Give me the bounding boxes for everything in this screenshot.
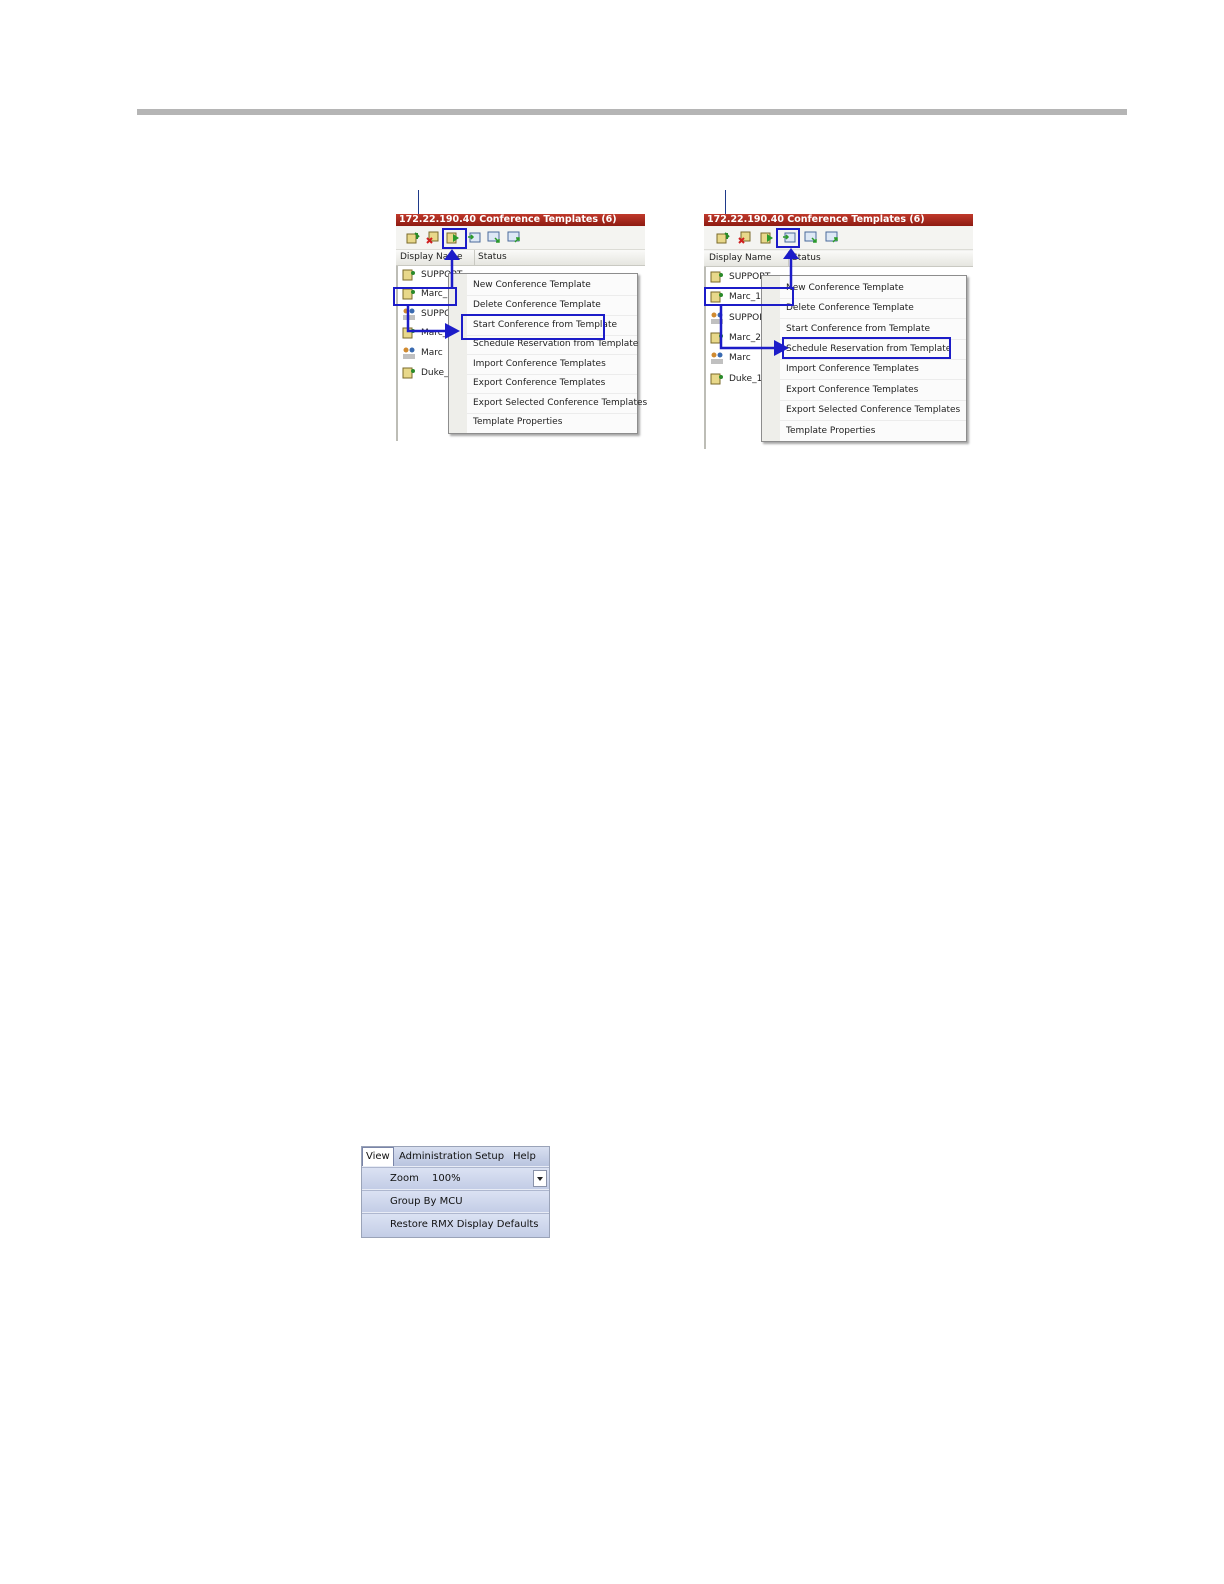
highlight-toolbar-icon [442,228,467,249]
template-icon [710,372,724,386]
menu-item-import-templates[interactable]: Import Conference Templates [467,355,637,375]
menu-item-import-templates[interactable]: Import Conference Templates [780,359,966,380]
menu-item-export-selected[interactable]: Export Selected Conference Templates [467,394,647,414]
menu-item-template-properties[interactable]: Template Properties [780,421,966,441]
arrow-right-up [783,248,799,287]
start-conference-icon[interactable] [760,231,774,244]
import-templates-icon[interactable] [804,231,818,244]
arrow-left-right [406,305,460,339]
multi-user-icon [402,346,416,360]
menu-item-template-properties[interactable]: Template Properties [467,413,637,432]
menu-help[interactable]: Help [513,1147,536,1166]
menu-administration[interactable]: Administration [399,1147,472,1166]
menu-item-new-template[interactable]: New Conference Template [467,276,637,296]
zoom-label: Zoom [390,1173,419,1184]
menu-item-export-templates[interactable]: Export Conference Templates [467,374,637,394]
column-display-name[interactable]: Display Name [709,251,772,266]
new-template-icon[interactable] [716,231,730,244]
import-templates-icon[interactable] [487,231,501,244]
arrow-right-right [719,305,789,356]
template-icon [402,366,416,380]
menu-item-delete-template[interactable]: Delete Conference Template [467,296,637,316]
export-templates-icon[interactable] [507,231,521,244]
new-template-icon[interactable] [406,231,420,244]
arrow-left-up [444,249,460,288]
header-rule [137,109,1127,115]
column-status[interactable]: Status [474,250,507,265]
menu-item-new-template[interactable]: New Conference Template [780,278,966,299]
toolbar [396,227,645,250]
highlight-toolbar-icon [776,228,800,248]
view-menu: View Administration Setup Help Zoom 100%… [361,1146,550,1238]
menu-view[interactable]: View [362,1147,394,1166]
context-menu: New Conference Template Delete Conferenc… [448,273,647,434]
column-header: Display Name Status [396,250,645,266]
highlight-menu-schedule-reservation [782,337,951,359]
delete-template-icon[interactable] [738,231,752,244]
menu-setup[interactable]: Setup [475,1147,504,1166]
delete-template-icon[interactable] [426,231,440,244]
menu-item-delete-template[interactable]: Delete Conference Template [780,298,966,319]
template-icon [710,270,724,284]
template-icon [402,268,416,282]
menu-bar: View Administration Setup Help [362,1147,549,1166]
toolbar [704,227,973,250]
zoom-value: 100% [432,1173,461,1184]
menu-item-restore-defaults[interactable]: Restore RMX Display Defaults [362,1213,549,1237]
callout-line-right [725,190,726,215]
export-templates-icon[interactable] [825,231,839,244]
zoom-dropdown[interactable] [533,1170,547,1187]
menu-item-export-templates[interactable]: Export Conference Templates [780,380,966,401]
zoom-item[interactable]: Zoom 100% [362,1167,549,1189]
column-header: Display Name Status [704,251,973,267]
highlight-menu-start-conference [461,314,605,340]
panel-title: 172.22.190.40 Conference Templates (6) [704,214,973,226]
schedule-reservation-icon[interactable] [467,231,481,244]
callout-line-left [418,190,419,215]
menu-item-group-by-mcu[interactable]: Group By MCU [362,1190,549,1212]
menu-item-export-selected[interactable]: Export Selected Conference Templates [780,400,966,421]
highlight-row-marc1 [704,287,794,306]
panel-title: 172.22.190.40 Conference Templates (6) [396,214,645,226]
